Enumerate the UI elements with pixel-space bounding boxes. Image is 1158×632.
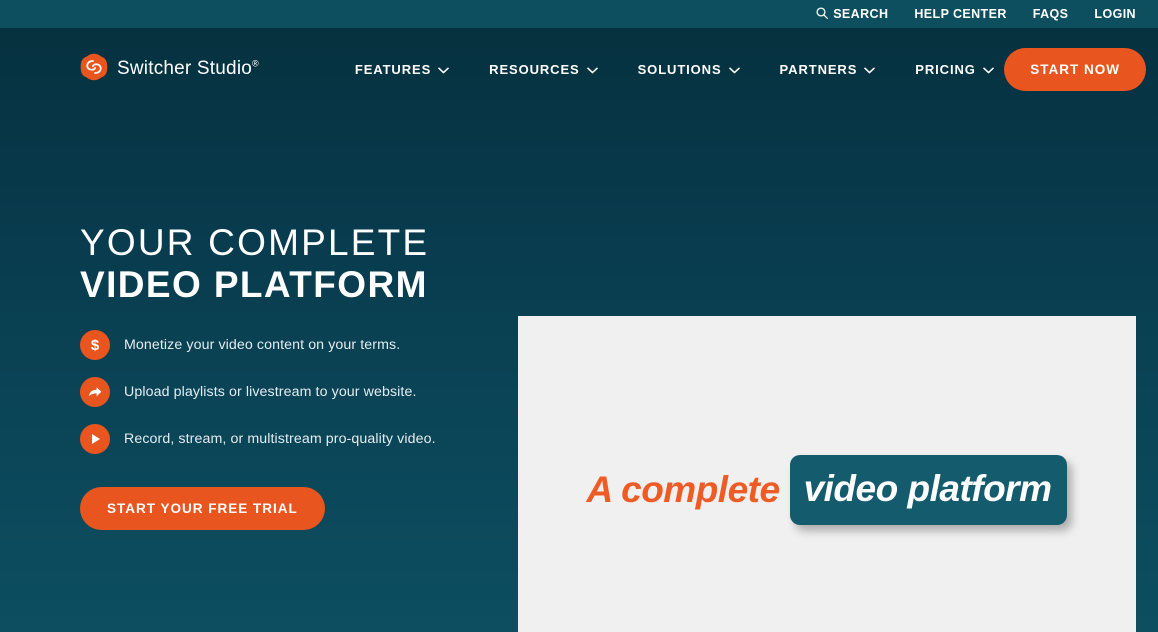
- promo-text-boxed: video platform: [789, 455, 1068, 525]
- nav-item-partners[interactable]: PARTNERS: [780, 62, 876, 77]
- search-icon: [816, 6, 829, 22]
- chevron-down-icon: [864, 62, 876, 77]
- nav-item-features-label: FEATURES: [354, 61, 432, 77]
- registered-mark: ®: [252, 58, 259, 69]
- nav-item-partners-label: PARTNERS: [779, 61, 858, 77]
- list-item: $ Monetize your video content on your te…: [80, 330, 518, 361]
- chevron-down-icon: [728, 62, 740, 77]
- nav-items: FEATURES RESOURCES SOLUTIONS PARTNERS PR: [355, 62, 994, 77]
- chevron-down-icon: [586, 62, 598, 77]
- svg-text:$: $: [91, 337, 100, 354]
- search-link[interactable]: SEARCH: [816, 6, 889, 22]
- list-item: Upload playlists or livestream to your w…: [80, 377, 518, 408]
- main-navigation: Switcher Studio® FEATURES RESOURCES SOLU…: [0, 28, 1158, 110]
- play-icon: [80, 424, 110, 455]
- nav-item-solutions[interactable]: SOLUTIONS: [638, 62, 740, 77]
- hero-section: YOUR COMPLETE VIDEO PLATFORM $ Monetize …: [0, 110, 1158, 632]
- promo-text-orange: A complete: [586, 469, 781, 510]
- help-center-link[interactable]: HELP CENTER: [914, 7, 1006, 21]
- list-item-label: Upload playlists or livestream to your w…: [124, 384, 417, 401]
- hero-content: YOUR COMPLETE VIDEO PLATFORM $ Monetize …: [80, 222, 518, 531]
- brand-name: Switcher Studio®: [117, 58, 259, 79]
- faqs-link[interactable]: FAQS: [1033, 7, 1069, 21]
- chevron-down-icon: [438, 62, 449, 77]
- nav-item-resources-label: RESOURCES: [489, 61, 580, 77]
- start-free-trial-button[interactable]: START YOUR FREE TRIAL: [80, 487, 325, 531]
- search-link-label: SEARCH: [833, 7, 889, 21]
- nav-item-resources[interactable]: RESOURCES: [489, 61, 598, 77]
- nav-item-solutions-label: SOLUTIONS: [637, 61, 722, 77]
- dollar-sign-icon: $: [80, 330, 110, 361]
- nav-item-features[interactable]: FEATURES: [355, 62, 449, 77]
- start-now-button[interactable]: START NOW: [1004, 47, 1146, 91]
- help-center-label: HELP CENTER: [914, 7, 1007, 21]
- list-item-label: Monetize your video content on your term…: [124, 337, 401, 354]
- nav-item-pricing[interactable]: PRICING: [915, 61, 994, 77]
- list-item: Record, stream, or multistream pro-quali…: [80, 424, 518, 455]
- page-title-line1: YOUR COMPLETE: [80, 222, 430, 263]
- share-arrow-icon: [80, 377, 110, 408]
- login-link[interactable]: LOGIN: [1094, 7, 1136, 21]
- brand-logo[interactable]: Switcher Studio®: [80, 53, 259, 86]
- feature-list: $ Monetize your video content on your te…: [80, 330, 518, 455]
- login-label: LOGIN: [1094, 7, 1136, 21]
- utility-bar: SEARCH HELP CENTER FAQS LOGIN: [0, 0, 1158, 28]
- chevron-down-icon: [982, 62, 994, 77]
- promo-graphic: A complete video platform: [587, 455, 1068, 525]
- switcher-studio-logo-mark-icon: [80, 53, 108, 86]
- hero-graphic-panel: A complete video platform: [518, 316, 1136, 632]
- page-title-line2: VIDEO PLATFORM: [80, 264, 428, 306]
- nav-item-pricing-label: PRICING: [915, 61, 976, 77]
- faqs-label: FAQS: [1032, 7, 1069, 21]
- list-item-label: Record, stream, or multistream pro-quali…: [124, 431, 436, 448]
